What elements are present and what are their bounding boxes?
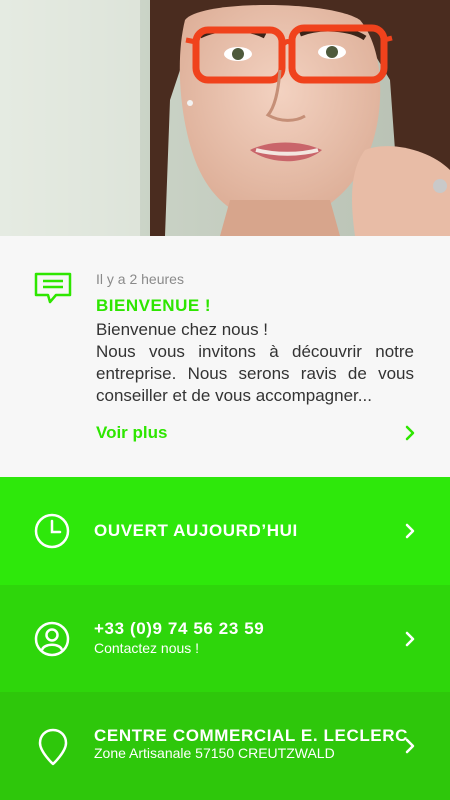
location-pin-icon xyxy=(38,728,68,771)
see-more-link[interactable]: Voir plus xyxy=(96,423,167,443)
phone-number: +33 (0)9 74 56 23 59 xyxy=(94,619,265,638)
chevron-right-icon xyxy=(403,522,417,545)
chevron-right-icon[interactable] xyxy=(403,424,417,447)
location-title: CENTRE COMMERCIAL E. LECLERC xyxy=(94,726,408,745)
location-row[interactable]: CENTRE COMMERCIAL E. LECLERC Zone Artisa… xyxy=(0,692,450,800)
clock-icon xyxy=(34,513,70,554)
location-address: Zone Artisanale 57150 CREUTZWALD xyxy=(94,745,335,761)
hero-photo xyxy=(0,0,450,236)
message-title: BIENVENUE ! xyxy=(96,296,212,315)
message-time: Il y a 2 heures xyxy=(96,271,184,287)
woman-photo-illustration xyxy=(0,0,450,236)
message-icon xyxy=(34,272,72,309)
user-icon xyxy=(34,621,70,662)
contact-row[interactable]: +33 (0)9 74 56 23 59 Contactez nous ! xyxy=(0,585,450,693)
contact-subtitle: Contactez nous ! xyxy=(94,640,200,656)
chevron-right-icon xyxy=(403,737,417,760)
message-body-line1: Bienvenue chez nous ! xyxy=(96,320,269,339)
opening-hours-title: OUVERT AUJOURD’HUI xyxy=(94,521,298,540)
chevron-right-icon xyxy=(403,630,417,653)
message-body: Bienvenue chez nous ! Nous vous invitons… xyxy=(96,319,414,407)
opening-hours-row[interactable]: OUVERT AUJOURD’HUI xyxy=(0,477,450,585)
message-body-text: Nous vous invitons à découvrir notre ent… xyxy=(96,342,414,405)
